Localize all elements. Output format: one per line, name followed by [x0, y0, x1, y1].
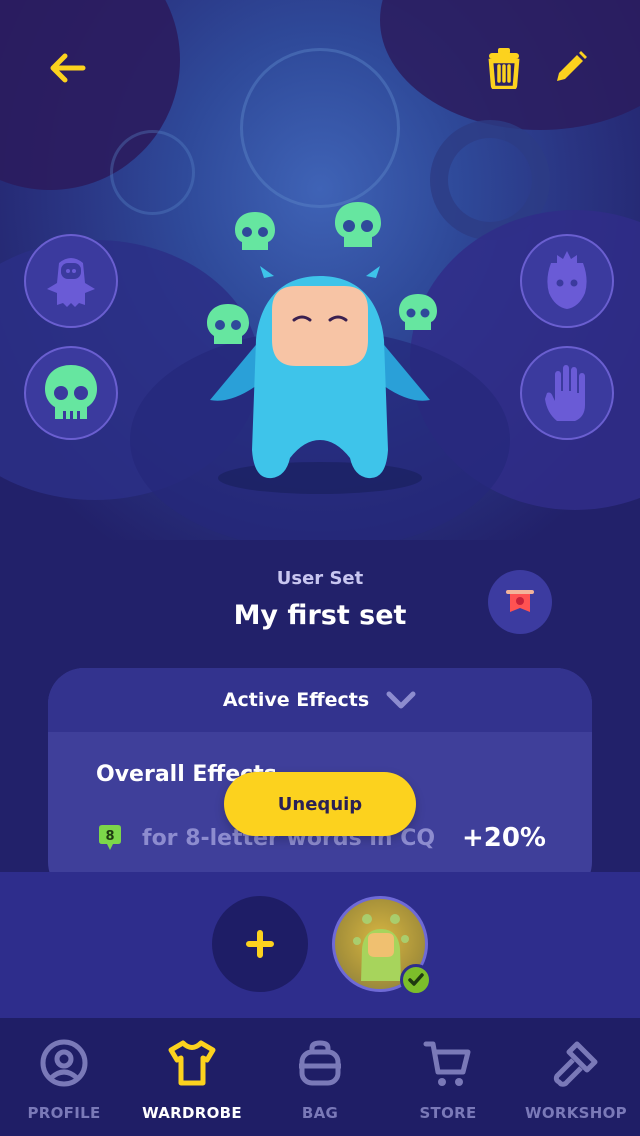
nav-label-bag: BAG	[301, 1104, 339, 1122]
hand-slot[interactable]	[520, 346, 614, 440]
chevron-down-icon	[386, 691, 416, 709]
nav-item-wardrobe[interactable]: WARDROBE	[128, 1018, 256, 1136]
scene-ring	[240, 48, 400, 208]
nav-label-profile: PROFILE	[27, 1104, 101, 1122]
nav-label-wardrobe: WARDROBE	[142, 1104, 242, 1122]
arrow-left-icon	[50, 53, 86, 83]
character-illustration	[207, 202, 437, 494]
nav-item-profile[interactable]: PROFILE	[0, 1018, 128, 1136]
nav-label-store: STORE	[419, 1104, 477, 1122]
sets-bar	[0, 872, 640, 1018]
banner-button[interactable]	[488, 570, 552, 634]
mask-slot-icon	[547, 251, 587, 309]
back-button[interactable]	[40, 40, 96, 96]
cart-icon	[423, 1041, 471, 1086]
head-slot[interactable]	[24, 234, 118, 328]
active-effects-toggle[interactable]: Active Effects	[48, 668, 592, 732]
head-slot-icon	[47, 258, 95, 307]
effect-value: +20%	[461, 823, 546, 853]
unequip-button[interactable]: Unequip	[224, 772, 416, 836]
mask-slot[interactable]	[520, 234, 614, 328]
aura-slot[interactable]	[24, 346, 118, 440]
hand-slot-icon	[545, 365, 585, 421]
plus-icon	[246, 930, 274, 958]
skull-aura-icon	[45, 365, 97, 419]
avatar-character	[190, 190, 450, 500]
profile-icon	[40, 1039, 88, 1087]
nav-item-store[interactable]: STORE	[384, 1018, 512, 1136]
trash-icon	[488, 48, 520, 89]
pencil-icon	[557, 51, 587, 81]
nav-item-bag[interactable]: BAG	[256, 1018, 384, 1136]
delete-set-button[interactable]	[476, 40, 532, 96]
nav-item-workshop[interactable]: WORKSHOP	[512, 1018, 640, 1136]
edit-set-button[interactable]	[542, 40, 598, 96]
nav-label-workshop: WORKSHOP	[525, 1104, 627, 1122]
bag-icon	[299, 1040, 341, 1086]
wardrobe-icon	[168, 1040, 216, 1086]
hammer-icon	[553, 1041, 598, 1087]
bottom-navigation: PROFILE WARDROBE BAG STORE WORKSHOP	[0, 1018, 640, 1136]
equipped-check-badge	[400, 964, 432, 996]
checkmark-icon	[408, 973, 424, 986]
active-effects-label: Active Effects	[222, 689, 370, 711]
add-set-button[interactable]	[212, 896, 308, 992]
scene-ring	[110, 130, 195, 215]
effect-badge-number: 8	[105, 829, 114, 844]
speech-bubble-badge-icon: 8	[99, 825, 121, 850]
banner-icon	[506, 590, 534, 612]
